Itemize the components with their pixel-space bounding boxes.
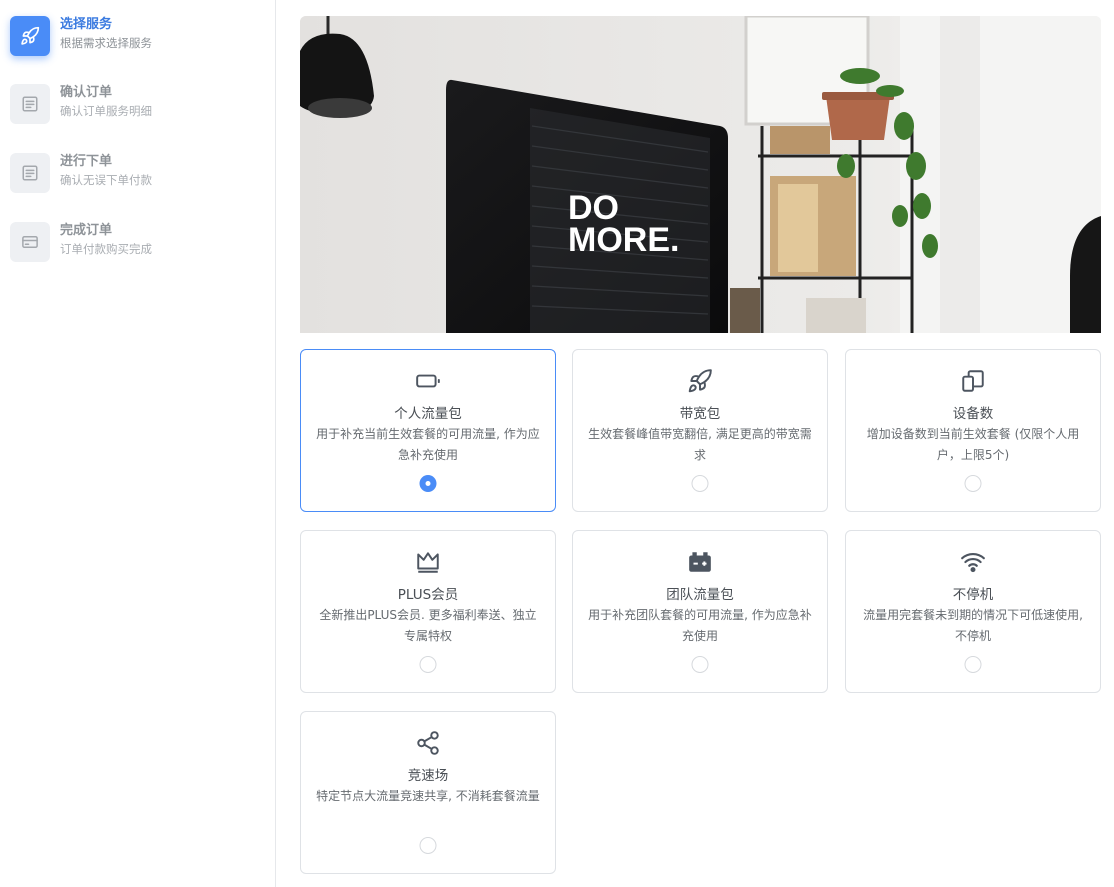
- option-title: PLUS会员: [397, 587, 459, 603]
- hero-banner-image: DO MORE.: [300, 16, 1101, 333]
- step-badge: [10, 153, 50, 193]
- step-badge: [10, 84, 50, 124]
- option-radio[interactable]: [419, 475, 437, 492]
- document-icon: [22, 96, 38, 112]
- option-description: 特定节点大流量竞速共享, 不消耗套餐流量: [316, 789, 540, 803]
- option-title: 不停机: [952, 587, 994, 603]
- option-radio[interactable]: [419, 656, 437, 673]
- devices-icon: [962, 370, 984, 392]
- option-radio[interactable]: [691, 656, 709, 673]
- option-radio[interactable]: [691, 475, 709, 492]
- step-title: 进行下单: [60, 154, 113, 169]
- steps-sidebar: 选择服务 根据需求选择服务 确认订单 确认订单服务明细 进行下单 确认无误下单付…: [0, 0, 276, 887]
- wifi-icon: [961, 552, 985, 573]
- step-title: 确认订单: [60, 85, 113, 100]
- step-subtitle: 确认订单服务明细: [60, 104, 152, 118]
- option-radio[interactable]: [964, 656, 982, 673]
- crown-icon: [417, 552, 439, 573]
- team-battery-icon: [689, 552, 711, 572]
- option-description: 流量用完套餐未到期的情况下可低速使用, 不停机: [863, 608, 1083, 643]
- option-description: 用于补充当前生效套餐的可用流量, 作为应急补充使用: [316, 427, 540, 462]
- option-title: 竞速场: [407, 768, 449, 784]
- option-title: 设备数: [952, 406, 994, 422]
- option-card-racing-field[interactable]: 竞速场 特定节点大流量竞速共享, 不消耗套餐流量: [300, 711, 556, 874]
- option-radio[interactable]: [964, 475, 982, 492]
- step-badge: [10, 222, 50, 262]
- option-card-team-traffic[interactable]: 团队流量包 用于补充团队套餐的可用流量, 作为应急补充使用: [572, 530, 828, 693]
- option-card-devices[interactable]: 设备数 增加设备数到当前生效套餐 (仅限个人用户，上限5个): [845, 349, 1101, 512]
- battery-icon: [416, 374, 440, 388]
- step-place-order[interactable]: 进行下单 确认无误下单付款: [10, 153, 260, 193]
- step-badge: [10, 16, 50, 56]
- option-description: 生效套餐峰值带宽翻倍, 满足更高的带宽需求: [588, 427, 812, 462]
- step-title: 选择服务: [60, 17, 113, 32]
- step-title: 完成订单: [60, 223, 113, 238]
- option-description: 全新推出PLUS会员. 更多福利奉送、独立专属特权: [319, 608, 537, 643]
- option-card-bandwidth[interactable]: 带宽包 生效套餐峰值带宽翻倍, 满足更高的带宽需求: [572, 349, 828, 512]
- option-description: 增加设备数到当前生效套餐 (仅限个人用户，上限5个): [866, 427, 1080, 462]
- option-card-personal-traffic[interactable]: 个人流量包 用于补充当前生效套餐的可用流量, 作为应急补充使用: [300, 349, 556, 512]
- hero-screen-text: MORE.: [568, 221, 679, 259]
- step-complete-order[interactable]: 完成订单 订单付款购买完成: [10, 222, 260, 262]
- option-radio[interactable]: [419, 837, 437, 854]
- share-icon: [417, 731, 439, 755]
- step-subtitle: 根据需求选择服务: [60, 36, 152, 50]
- card-icon: [22, 236, 38, 248]
- option-description: 用于补充团队套餐的可用流量, 作为应急补充使用: [588, 608, 812, 643]
- document-icon: [22, 165, 38, 181]
- rocket-icon: [688, 369, 712, 393]
- step-subtitle: 确认无误下单付款: [60, 173, 152, 187]
- step-subtitle: 订单付款购买完成: [60, 242, 152, 256]
- rocket-icon: [21, 26, 40, 45]
- option-title: 带宽包: [679, 406, 721, 422]
- step-select-service[interactable]: 选择服务 根据需求选择服务: [10, 16, 260, 56]
- option-card-no-shutdown[interactable]: 不停机 流量用完套餐未到期的情况下可低速使用, 不停机: [845, 530, 1101, 693]
- option-card-plus-member[interactable]: PLUS会员 全新推出PLUS会员. 更多福利奉送、独立专属特权: [300, 530, 556, 693]
- step-confirm-order[interactable]: 确认订单 确认订单服务明细: [10, 84, 260, 124]
- option-title: 团队流量包: [666, 587, 734, 603]
- option-title: 个人流量包: [394, 406, 462, 422]
